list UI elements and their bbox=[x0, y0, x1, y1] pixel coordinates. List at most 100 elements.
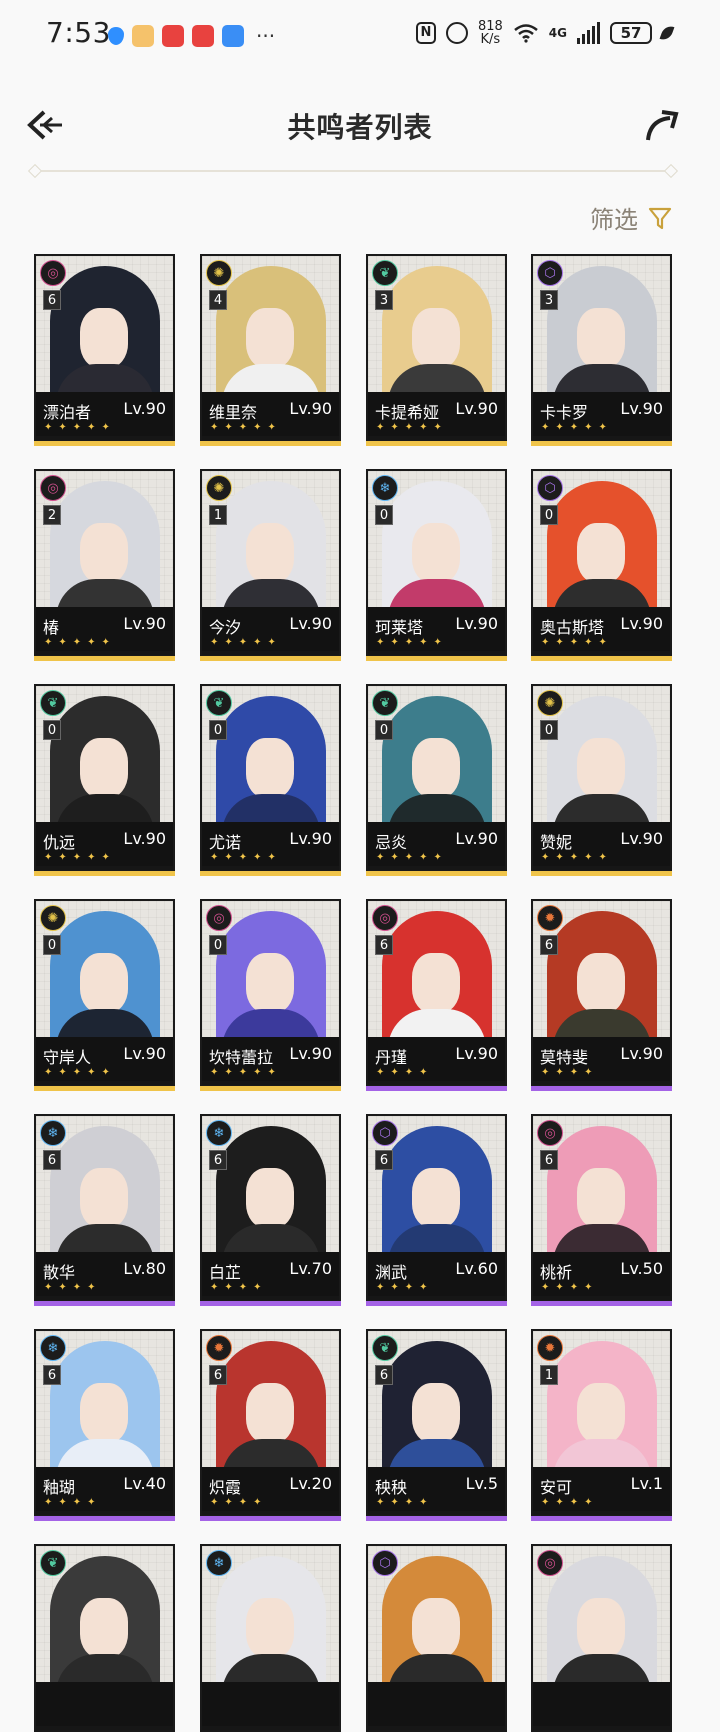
card-info: 维里奈 Lv.90 ✦✦✦✦✦ bbox=[202, 392, 339, 436]
card-info: 忌炎 Lv.90 ✦✦✦✦✦ bbox=[368, 822, 505, 866]
character-level: Lv.90 bbox=[289, 614, 332, 633]
sequence-rank: 6 bbox=[540, 1150, 558, 1170]
portrait-face bbox=[577, 523, 625, 583]
portrait-face bbox=[246, 953, 294, 1013]
character-portrait: ✹ 6 bbox=[533, 901, 670, 1037]
character-name: 渊武 bbox=[375, 1263, 408, 1282]
card-info: 卡卡罗 Lv.90 ✦✦✦✦✦ bbox=[533, 392, 670, 436]
resonator-card[interactable]: ◎ 6 漂泊者 Lv.90 ✦✦✦✦✦ bbox=[34, 254, 175, 446]
portrait-face bbox=[577, 1598, 625, 1658]
resonator-card[interactable]: ❦ 0 仇远 Lv.90 ✦✦✦✦✦ bbox=[34, 684, 175, 876]
resonator-card[interactable]: ❄ bbox=[200, 1544, 341, 1732]
portrait-face bbox=[80, 1168, 128, 1228]
resonator-card[interactable]: ❄ 6 釉瑚 Lv.40 ✦✦✦✦ bbox=[34, 1329, 175, 1521]
rarity-bar bbox=[366, 1301, 507, 1306]
character-level: Lv.90 bbox=[455, 399, 498, 418]
resonator-card[interactable]: ❄ 6 散华 Lv.80 ✦✦✦✦ bbox=[34, 1114, 175, 1306]
resonator-card[interactable]: ✺ 0 守岸人 Lv.90 ✦✦✦✦✦ bbox=[34, 899, 175, 1091]
star-rating: ✦✦✦✦ bbox=[210, 1497, 268, 1508]
resonator-card[interactable]: ✹ 6 炽霞 Lv.20 ✦✦✦✦ bbox=[200, 1329, 341, 1521]
character-portrait: ✺ 4 bbox=[202, 256, 339, 392]
resonator-card[interactable]: ◎ 6 丹瑾 Lv.90 ✦✦✦✦ bbox=[366, 899, 507, 1091]
character-portrait: ✺ 1 bbox=[202, 471, 339, 607]
character-level: Lv.5 bbox=[465, 1474, 498, 1493]
resonator-card[interactable]: ❄ 6 白芷 Lv.70 ✦✦✦✦ bbox=[200, 1114, 341, 1306]
resonator-card[interactable]: ◎ 2 椿 Lv.90 ✦✦✦✦✦ bbox=[34, 469, 175, 661]
sequence-rank: 0 bbox=[43, 935, 61, 955]
card-info: 珂莱塔 Lv.90 ✦✦✦✦✦ bbox=[368, 607, 505, 651]
character-portrait: ⬡ 0 bbox=[533, 471, 670, 607]
resonator-card[interactable]: ✺ 4 维里奈 Lv.90 ✦✦✦✦✦ bbox=[200, 254, 341, 446]
rarity-bar bbox=[366, 1086, 507, 1091]
status-bar: 7:53 ··· N 818 K/s 4G 57 bbox=[0, 0, 720, 72]
character-portrait: ◎ 6 bbox=[368, 901, 505, 1037]
glacio-element-icon: ❄ bbox=[206, 1550, 232, 1576]
sequence-rank: 6 bbox=[375, 1365, 393, 1385]
battery-icon: 57 bbox=[610, 22, 652, 44]
wifi-icon bbox=[514, 24, 538, 43]
resonator-card[interactable]: ✺ 0 赞妮 Lv.90 ✦✦✦✦✦ bbox=[531, 684, 672, 876]
havoc-element-icon: ◎ bbox=[372, 905, 398, 931]
star-rating: ✦✦✦✦ bbox=[541, 1497, 599, 1508]
character-portrait: ❦ 3 bbox=[368, 256, 505, 392]
star-rating: ✦✦✦✦✦ bbox=[541, 422, 613, 433]
portrait-face bbox=[246, 738, 294, 798]
card-info bbox=[36, 1682, 173, 1726]
character-name: 守岸人 bbox=[43, 1048, 92, 1067]
character-name: 安可 bbox=[540, 1478, 573, 1497]
sequence-rank: 0 bbox=[375, 505, 393, 525]
character-portrait: ❦ 6 bbox=[368, 1331, 505, 1467]
resonator-card[interactable]: ⬡ bbox=[366, 1544, 507, 1732]
star-rating: ✦✦✦✦ bbox=[44, 1282, 102, 1293]
app-icon-red-1 bbox=[162, 25, 184, 47]
resonator-card[interactable]: ❦ 0 忌炎 Lv.90 ✦✦✦✦✦ bbox=[366, 684, 507, 876]
card-info: 漂泊者 Lv.90 ✦✦✦✦✦ bbox=[36, 392, 173, 436]
resonator-card[interactable]: ⬡ 3 卡卡罗 Lv.90 ✦✦✦✦✦ bbox=[531, 254, 672, 446]
card-info: 今汐 Lv.90 ✦✦✦✦✦ bbox=[202, 607, 339, 651]
signal-icon bbox=[577, 22, 600, 44]
resonator-card[interactable]: ❦ 3 卡提希娅 Lv.90 ✦✦✦✦✦ bbox=[366, 254, 507, 446]
portrait-face bbox=[412, 523, 460, 583]
resonator-card[interactable]: ❦ bbox=[34, 1544, 175, 1732]
havoc-element-icon: ◎ bbox=[40, 260, 66, 286]
resonator-card[interactable]: ◎ 6 桃祈 Lv.50 ✦✦✦✦ bbox=[531, 1114, 672, 1306]
character-name: 釉瑚 bbox=[43, 1478, 76, 1497]
resonator-card[interactable]: ⬡ 0 奥古斯塔 Lv.90 ✦✦✦✦✦ bbox=[531, 469, 672, 661]
card-info: 赞妮 Lv.90 ✦✦✦✦✦ bbox=[533, 822, 670, 866]
resonator-card[interactable]: ✹ 1 安可 Lv.1 ✦✦✦✦ bbox=[531, 1329, 672, 1521]
character-level: Lv.90 bbox=[455, 1044, 498, 1063]
sequence-rank: 0 bbox=[209, 935, 227, 955]
character-level: Lv.1 bbox=[630, 1474, 663, 1493]
star-rating: ✦✦✦✦✦ bbox=[376, 422, 448, 433]
aero-element-icon: ❦ bbox=[372, 260, 398, 286]
resonator-card[interactable]: ⬡ 6 渊武 Lv.60 ✦✦✦✦ bbox=[366, 1114, 507, 1306]
character-portrait: ❦ 0 bbox=[36, 686, 173, 822]
resonator-card[interactable]: ❦ 6 秧秧 Lv.5 ✦✦✦✦ bbox=[366, 1329, 507, 1521]
rarity-bar bbox=[200, 1301, 341, 1306]
resonator-card[interactable]: ❦ 0 尤诺 Lv.90 ✦✦✦✦✦ bbox=[200, 684, 341, 876]
character-portrait: ✹ 6 bbox=[202, 1331, 339, 1467]
character-level: Lv.90 bbox=[289, 399, 332, 418]
card-info: 丹瑾 Lv.90 ✦✦✦✦ bbox=[368, 1037, 505, 1081]
star-rating: ✦✦✦✦ bbox=[541, 1282, 599, 1293]
portrait-face bbox=[246, 1168, 294, 1228]
portrait-face bbox=[412, 1383, 460, 1443]
resonator-card[interactable]: ❄ 0 珂莱塔 Lv.90 ✦✦✦✦✦ bbox=[366, 469, 507, 661]
resonator-card[interactable]: ◎ bbox=[531, 1544, 672, 1732]
spectro-element-icon: ✺ bbox=[40, 905, 66, 931]
sequence-rank: 6 bbox=[43, 290, 61, 310]
electro-element-icon: ⬡ bbox=[372, 1120, 398, 1146]
resonator-card[interactable]: ✺ 1 今汐 Lv.90 ✦✦✦✦✦ bbox=[200, 469, 341, 661]
character-level: Lv.20 bbox=[289, 1474, 332, 1493]
resonator-card[interactable]: ◎ 0 坎特蕾拉 Lv.90 ✦✦✦✦✦ bbox=[200, 899, 341, 1091]
sequence-rank: 0 bbox=[43, 720, 61, 740]
sequence-rank: 6 bbox=[43, 1365, 61, 1385]
filter-button[interactable]: 筛选 bbox=[590, 200, 672, 235]
character-name: 散华 bbox=[43, 1263, 76, 1282]
share-icon[interactable] bbox=[644, 108, 680, 142]
star-rating: ✦✦✦✦ bbox=[376, 1282, 434, 1293]
resonator-card[interactable]: ✹ 6 莫特斐 Lv.90 ✦✦✦✦ bbox=[531, 899, 672, 1091]
header-divider bbox=[34, 170, 672, 172]
aero-element-icon: ❦ bbox=[372, 1335, 398, 1361]
character-portrait: ✺ 0 bbox=[36, 901, 173, 1037]
